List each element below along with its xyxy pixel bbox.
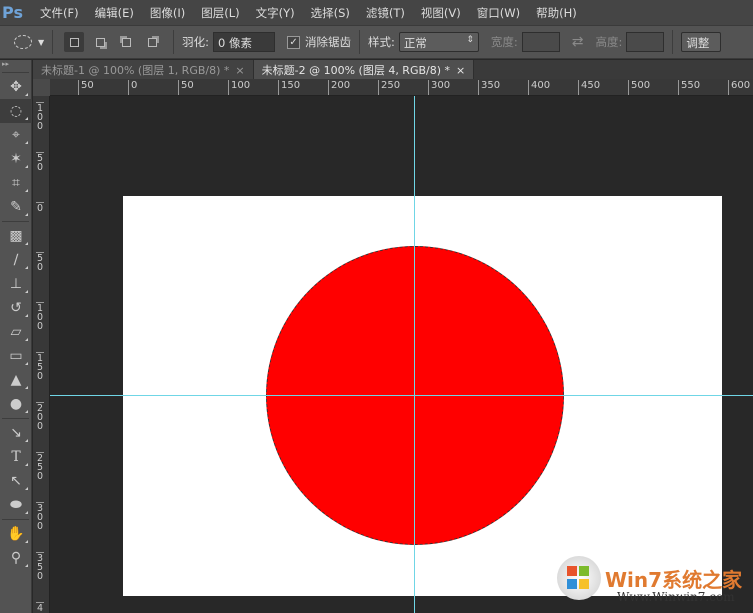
menu-view[interactable]: 视图(V): [413, 5, 469, 21]
vertical-guide[interactable]: [414, 96, 415, 613]
ps-logo: Ps: [2, 3, 23, 22]
move-tool-icon[interactable]: ✥: [0, 75, 32, 99]
ruler-label: 200: [328, 80, 350, 95]
ruler-label: 100: [228, 80, 250, 95]
menu-select[interactable]: 选择(S): [303, 5, 358, 21]
vertical-ruler[interactable]: 100 50 0 50 100 150 200 250 300 350 400: [33, 96, 50, 613]
new-selection-button[interactable]: [64, 32, 85, 52]
updown-icon: ⇕: [466, 35, 474, 45]
close-icon[interactable]: ×: [456, 64, 465, 77]
ruler-label: 350: [36, 552, 44, 582]
ruler-label: 300: [428, 80, 450, 95]
ruler-label: 250: [378, 80, 400, 95]
horizontal-ruler[interactable]: 5005010015020025030035040045050055060065…: [50, 79, 753, 96]
path-selection-tool-icon[interactable]: ↘: [0, 421, 32, 445]
antialias-checkbox[interactable]: ✓: [287, 35, 301, 49]
tab-document-2[interactable]: 未标题-2 @ 100% (图层 4, RGB/8) * ×: [253, 60, 475, 79]
ruler-label: 0: [36, 202, 44, 214]
menu-edit[interactable]: 编辑(E): [87, 5, 142, 21]
ruler-label: 400: [528, 80, 550, 95]
menu-image[interactable]: 图像(I): [142, 5, 193, 21]
ruler-label: 500: [628, 80, 650, 95]
menu-help[interactable]: 帮助(H): [528, 5, 585, 21]
divider: [173, 30, 175, 54]
eraser-tool-icon[interactable]: ▱: [0, 320, 32, 344]
hand-tool-icon[interactable]: ✋: [0, 522, 32, 546]
ruler-label: 50: [36, 252, 44, 273]
watermark-url: Www.Winwin7.com: [617, 590, 735, 604]
gradient-tool-icon[interactable]: ▭: [0, 344, 32, 368]
tab-document-1[interactable]: 未标题-1 @ 100% (图层 1, RGB/8) * ×: [33, 60, 254, 79]
menu-filter[interactable]: 滤镜(T): [358, 5, 413, 21]
ruler-label: 100: [36, 302, 44, 332]
history-brush-tool-icon[interactable]: ↺: [0, 296, 32, 320]
divider: [359, 30, 361, 54]
brush-tool-icon[interactable]: ∕: [0, 248, 32, 272]
feather-label: 羽化:: [182, 35, 210, 49]
ellipse-shape-tool-icon[interactable]: ⬬: [0, 493, 32, 517]
height-label: 高度:: [595, 35, 623, 49]
menu-type[interactable]: 文字(Y): [248, 5, 303, 21]
close-icon[interactable]: ×: [235, 64, 244, 77]
magic-wand-tool-icon[interactable]: ✶: [0, 147, 32, 171]
options-bar: ▼ 羽化: 0 像素 ✓ 消除锯齿 样式: 正常 ⇕ 宽度: ⇄ 高度: 调整: [0, 25, 753, 59]
add-to-selection-button[interactable]: [90, 32, 110, 52]
ruler-label: 50: [178, 80, 194, 95]
menu-file[interactable]: 文件(F): [32, 5, 87, 21]
chevron-down-icon[interactable]: ▼: [38, 38, 44, 47]
divider: [52, 30, 54, 54]
ellipse-marquee-preset-icon[interactable]: [14, 35, 32, 49]
swap-icon[interactable]: ⇄: [572, 34, 584, 50]
type-tool-icon[interactable]: T: [0, 445, 32, 469]
tools-panel: ▸▸ ✥ ◌ ⌖ ✶ ⌗ ✎ ▩ ∕ ⊥ ↺ ▱ ▭ ▲ ● ↘ T ↖ ⬬ ✋…: [0, 60, 32, 613]
ruler-origin[interactable]: [33, 79, 50, 96]
style-select[interactable]: 正常 ⇕: [398, 32, 479, 52]
eyedropper-tool-icon[interactable]: ✎: [0, 195, 32, 219]
panel-collapse-icon[interactable]: ▸▸: [0, 60, 31, 70]
menu-bar: Ps 文件(F) 编辑(E) 图像(I) 图层(L) 文字(Y) 选择(S) 滤…: [0, 0, 753, 25]
ruler-label: 450: [578, 80, 600, 95]
sharpen-tool-icon[interactable]: ▲: [0, 368, 32, 392]
watermark-text: Win7系统之家: [605, 567, 743, 592]
dodge-tool-icon[interactable]: ●: [0, 392, 32, 416]
menu-window[interactable]: 窗口(W): [469, 5, 528, 21]
ruler-label: 50: [36, 152, 44, 173]
clone-stamp-tool-icon[interactable]: ⊥: [0, 272, 32, 296]
width-input[interactable]: [521, 32, 560, 52]
height-input[interactable]: [626, 32, 665, 52]
feather-input[interactable]: 0 像素: [213, 32, 276, 52]
ruler-label: 150: [278, 80, 300, 95]
ruler-label: 50: [78, 80, 94, 95]
intersect-selection-button[interactable]: [142, 32, 162, 52]
ruler-label: 100: [36, 102, 44, 132]
antialias-label: 消除锯齿: [305, 35, 352, 49]
refine-edge-button[interactable]: 调整: [681, 32, 722, 52]
crop-tool-icon[interactable]: ⌗: [0, 171, 32, 195]
width-label: 宽度:: [490, 35, 518, 49]
ruler-label: 350: [478, 80, 500, 95]
ruler-label: 600: [728, 80, 750, 95]
tab-label: 未标题-2 @ 100% (图层 4, RGB/8) *: [261, 64, 451, 77]
direct-selection-tool-icon[interactable]: ↖: [0, 469, 32, 493]
document-tabs: 未标题-1 @ 100% (图层 1, RGB/8) * × 未标题-2 @ 10…: [33, 60, 753, 79]
ruler-label: 250: [36, 452, 44, 482]
polygonal-lasso-tool-icon[interactable]: ⌖: [0, 123, 32, 147]
ruler-label: 200: [36, 402, 44, 432]
subtract-from-selection-button[interactable]: [116, 32, 136, 52]
style-label: 样式:: [368, 35, 395, 49]
elliptical-marquee-tool-icon[interactable]: ◌: [0, 99, 32, 123]
ruler-label: 150: [36, 352, 44, 382]
ruler-label: 300: [36, 502, 44, 532]
healing-brush-tool-icon[interactable]: ▩: [0, 224, 32, 248]
windows-logo: [557, 556, 601, 600]
style-value: 正常: [403, 36, 427, 50]
ruler-label: 400: [36, 602, 44, 613]
ruler-label: 0: [128, 80, 137, 95]
menu-layer[interactable]: 图层(L): [193, 5, 247, 21]
zoom-tool-icon[interactable]: ⚲: [0, 546, 32, 570]
divider: [672, 30, 674, 54]
horizontal-guide[interactable]: [50, 395, 753, 396]
tab-label: 未标题-1 @ 100% (图层 1, RGB/8) *: [41, 64, 230, 77]
ruler-label: 550: [678, 80, 700, 95]
